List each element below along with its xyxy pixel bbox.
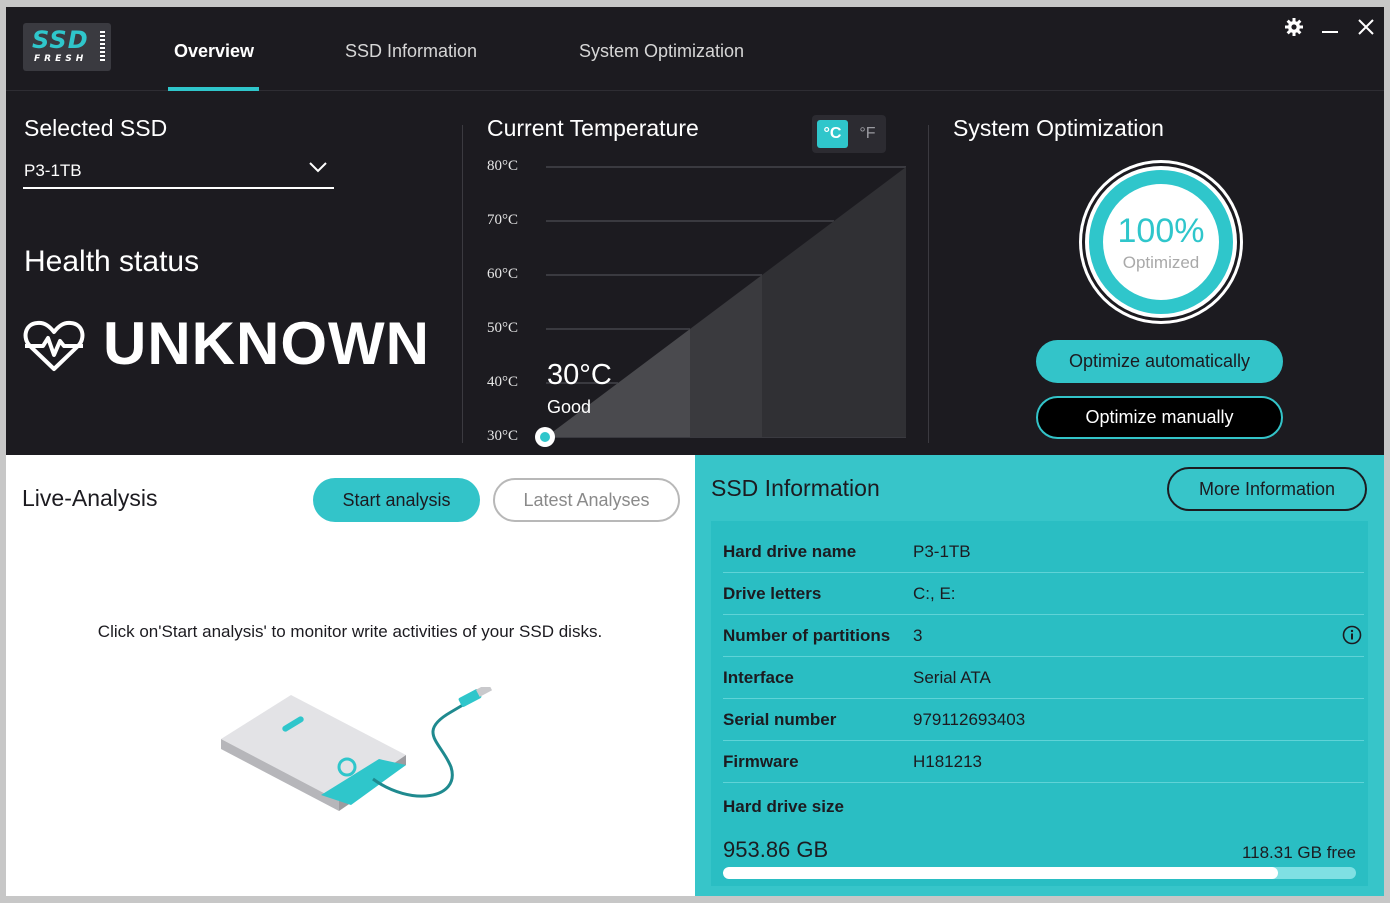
ssd-information-panel: SSD Information More Information Hard dr… [695, 455, 1384, 896]
table-row: Firmware H181213 [723, 741, 1364, 783]
optimization-percent: 100% [1117, 212, 1205, 250]
chevron-down-icon [309, 162, 327, 173]
tab-ssd-information[interactable]: SSD Information [345, 41, 477, 62]
ssd-select-dropdown[interactable]: P3-1TB [23, 155, 334, 189]
row-value: 979112693403 [913, 710, 1026, 729]
selected-ssd-label: Selected SSD [24, 115, 168, 141]
gear-icon[interactable] [1280, 13, 1308, 41]
temperature-unit-toggle: °C °F [812, 115, 886, 153]
health-status-label: Health status [24, 245, 200, 278]
hard-drive-size-value: 953.86 GB [723, 837, 829, 862]
live-analysis-message: Click on'Start analysis' to monitor writ… [97, 622, 603, 641]
temp-tick-60: 60°C [487, 266, 519, 282]
tab-overview[interactable]: Overview [174, 41, 254, 62]
health-status-value: UNKNOWN [103, 310, 430, 377]
optimize-automatically-button[interactable]: Optimize automatically [1036, 340, 1283, 383]
logo-main-text: SSD [32, 26, 89, 54]
tab-system-optimization[interactable]: System Optimization [579, 41, 744, 62]
table-row: Interface Serial ATA [723, 657, 1364, 699]
temp-tick-70: 70°C [487, 212, 519, 228]
header-bar: SSD FRESH Overview SSD Information Syste… [6, 7, 1384, 91]
table-row: Drive letters C:, E: [723, 573, 1364, 615]
row-value: 3 [913, 626, 923, 645]
live-analysis-title: Live-Analysis [22, 485, 158, 511]
row-value: P3-1TB [913, 542, 971, 561]
current-temperature-value: 30°C [547, 359, 612, 391]
row-label: Firmware [723, 752, 799, 771]
ssd-information-title: SSD Information [711, 475, 880, 501]
panel-divider [462, 125, 463, 443]
disk-usage-bar [723, 867, 1356, 879]
temperature-gauge-chart [546, 166, 906, 438]
row-label: Hard drive name [723, 542, 857, 561]
row-label: Drive letters [723, 584, 822, 603]
logo-sub-text: FRESH [34, 54, 88, 64]
latest-analyses-button[interactable]: Latest Analyses [493, 478, 680, 522]
external-ssd-illustration [221, 687, 493, 811]
temp-tick-40: 40°C [487, 374, 519, 390]
ssd-info-table: Hard drive name P3-1TB Drive letters C:,… [711, 521, 1368, 886]
table-row: Serial number 979112693403 [723, 699, 1364, 741]
active-tab-indicator [168, 87, 259, 91]
row-label: Interface [723, 668, 794, 687]
temp-tick-30: 30°C [487, 428, 519, 444]
optimization-title: System Optimization [953, 115, 1164, 141]
row-label: Number of partitions [723, 626, 891, 645]
temperature-title: Current Temperature [487, 115, 699, 141]
close-icon[interactable] [1352, 13, 1380, 41]
app-window: SSD FRESH Overview SSD Information Syste… [6, 7, 1384, 896]
row-value: H181213 [913, 752, 983, 771]
fahrenheit-button[interactable]: °F [852, 120, 883, 148]
table-row: Number of partitions 3 [723, 615, 1364, 657]
heart-pulse-icon [23, 320, 85, 371]
celsius-button[interactable]: °C [817, 120, 848, 148]
app-logo: SSD FRESH [23, 23, 111, 71]
free-space-value: 118.31 GB free [1241, 843, 1356, 862]
row-value: Serial ATA [913, 668, 991, 687]
table-row: Hard drive name P3-1TB [723, 531, 1364, 573]
info-icon[interactable] [1342, 625, 1362, 645]
panel-divider [928, 125, 929, 443]
minimize-icon[interactable] [1316, 13, 1344, 41]
live-analysis-panel: Live-Analysis Start analysis Latest Anal… [6, 455, 695, 896]
temperature-marker [535, 427, 555, 447]
hard-drive-size-label: Hard drive size [723, 797, 844, 816]
more-information-button[interactable]: More Information [1167, 467, 1367, 511]
row-label: Serial number [723, 710, 837, 729]
ssd-select-value: P3-1TB [24, 161, 82, 180]
optimize-manually-button[interactable]: Optimize manually [1036, 396, 1283, 439]
optimization-percent-label: Optimized [1122, 253, 1200, 272]
row-value: C:, E: [913, 584, 956, 603]
logo-bars-icon [100, 31, 105, 63]
disk-usage-fill [723, 867, 1278, 879]
temperature-status: Good [547, 397, 592, 417]
start-analysis-button[interactable]: Start analysis [313, 478, 480, 522]
temp-tick-80: 80°C [487, 158, 519, 174]
temp-tick-50: 50°C [487, 320, 519, 336]
